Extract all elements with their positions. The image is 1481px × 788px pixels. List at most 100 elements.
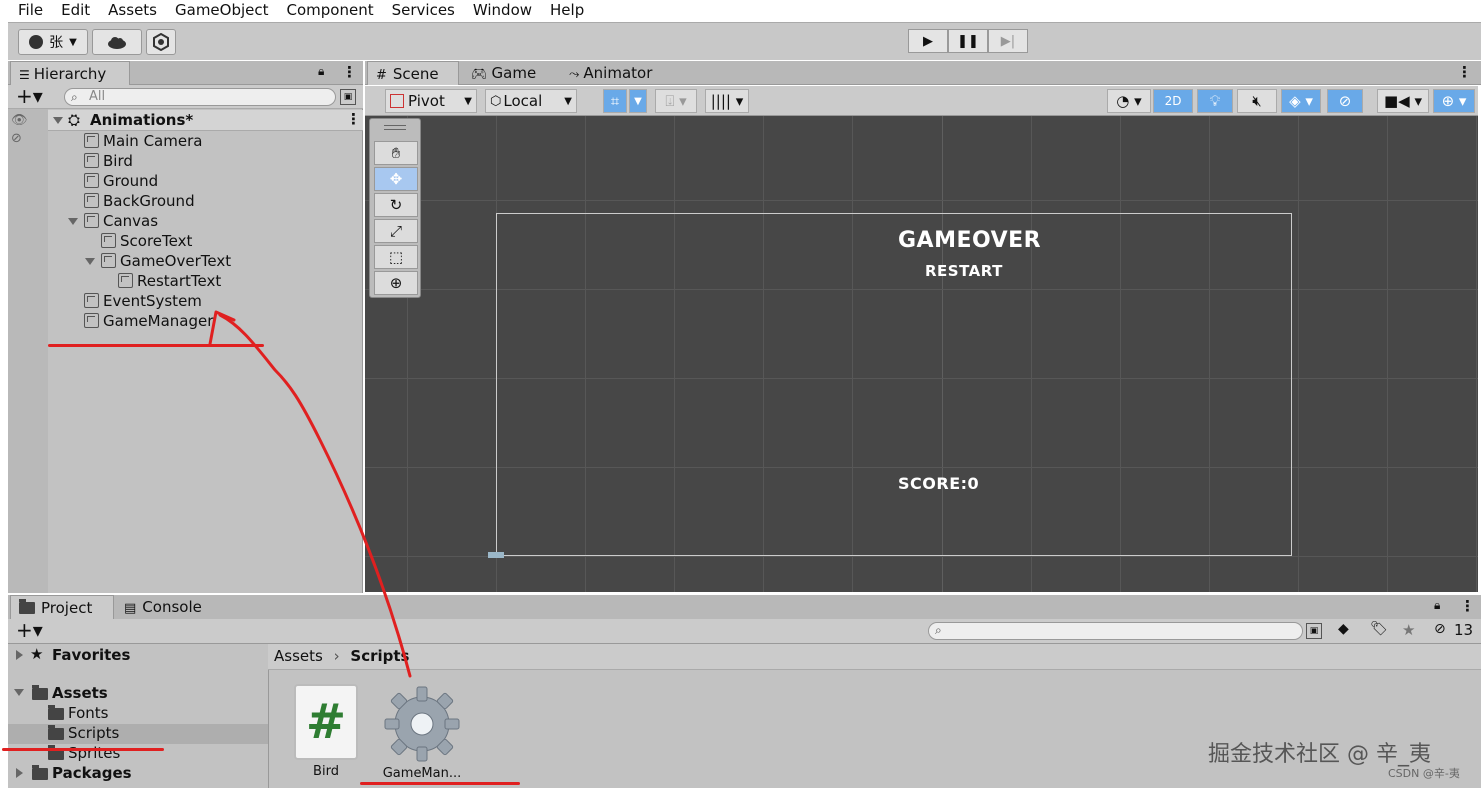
gameover-text[interactable]: GAMEOVER xyxy=(898,228,1041,253)
audio-bars-icon: |||| ▾ xyxy=(710,92,744,110)
hierarchy-item[interactable]: ScoreText xyxy=(101,231,192,251)
camera-dropdown[interactable]: ■◀ ▾ xyxy=(1377,89,1429,113)
tab-scene[interactable]: # Scene xyxy=(367,61,459,85)
menu-component[interactable]: Component xyxy=(278,0,383,20)
project-search-input[interactable]: ⌕ xyxy=(928,622,1303,640)
tab-project[interactable]: Project xyxy=(10,595,114,619)
hand-tool-button[interactable]: ✋︎ xyxy=(374,141,418,165)
menu-file[interactable]: File xyxy=(0,0,52,20)
tree-scripts[interactable]: Scripts xyxy=(68,724,119,742)
expand-arrow-icon[interactable] xyxy=(53,117,63,124)
rotate-tool-button[interactable]: ↻ xyxy=(374,193,418,217)
hierarchy-item[interactable]: EventSystem xyxy=(84,291,202,311)
hierarchy-item[interactable]: GameManager xyxy=(84,311,213,331)
visibility-toggle[interactable]: ⊘ xyxy=(1327,89,1363,113)
canvas-bounds[interactable] xyxy=(496,213,1292,556)
toggle-2d-button[interactable]: 2D xyxy=(1153,89,1193,113)
play-button[interactable]: ▶ xyxy=(908,29,948,53)
menu-gameobject[interactable]: GameObject xyxy=(166,0,278,20)
gameobject-cube-icon xyxy=(84,213,99,228)
scene-more-icon[interactable]: ⋮ xyxy=(346,110,361,128)
gizmos-dropdown[interactable]: ⊕ ▾ xyxy=(1433,89,1475,113)
shading-dropdown[interactable]: ◔ ▾ xyxy=(1107,89,1151,113)
expand-arrow-icon[interactable] xyxy=(68,218,78,225)
rect-tool-button[interactable]: ⬚ xyxy=(374,245,418,269)
scene-header-row[interactable]: ⛭ Animations* ⋮ xyxy=(48,110,363,131)
grid-snap-button[interactable]: ⌗ xyxy=(603,89,627,113)
tab-hierarchy[interactable]: ☰ Hierarchy xyxy=(10,61,130,85)
hierarchy-item[interactable]: Canvas xyxy=(68,211,158,231)
pause-button[interactable]: ❚❚ xyxy=(948,29,988,53)
asset-bird-script[interactable]: # Bird xyxy=(290,684,362,784)
expand-arrow-icon[interactable] xyxy=(16,650,23,660)
scale-tool-button[interactable]: ⤢ xyxy=(374,219,418,243)
folder-icon xyxy=(19,599,35,614)
hierarchy-item-label: EventSystem xyxy=(103,292,202,310)
menu-help[interactable]: Help xyxy=(541,0,593,20)
lighting-toggle[interactable]: 💡︎ xyxy=(1197,89,1233,113)
add-button[interactable]: +▾ xyxy=(16,85,43,107)
menu-services[interactable]: Services xyxy=(383,0,464,20)
pivot-dropdown[interactable]: Pivot ▼ xyxy=(385,89,477,113)
hierarchy-item[interactable]: Ground xyxy=(84,171,158,191)
search-filter-icon[interactable]: ▣ xyxy=(1306,623,1322,639)
search-input[interactable]: ⌕ All xyxy=(64,88,336,106)
tree-scripts-row[interactable] xyxy=(8,724,268,744)
tree-favorites[interactable]: Favorites xyxy=(52,646,130,664)
score-text[interactable]: SCORE:0 xyxy=(898,474,979,493)
account-icon xyxy=(29,35,44,49)
menu-edit[interactable]: Edit xyxy=(52,0,99,20)
tree-packages[interactable]: Packages xyxy=(52,764,132,782)
expand-arrow-icon[interactable] xyxy=(14,689,24,696)
origin-marker xyxy=(488,552,504,558)
drag-handle[interactable] xyxy=(384,125,406,130)
more-menu-icon[interactable]: ⋮ xyxy=(342,63,357,81)
project-folder-tree: ★ Favorites Assets Fonts Scripts Sprites… xyxy=(8,644,268,788)
tree-fonts[interactable]: Fonts xyxy=(68,704,108,722)
search-filter-icon[interactable]: ▣ xyxy=(340,89,356,105)
collab-button[interactable] xyxy=(146,29,176,55)
audio-toggle[interactable]: 🔇︎ xyxy=(1237,89,1277,113)
tab-game[interactable]: 🎮︎ Game xyxy=(463,61,553,85)
asset-gamemanager[interactable]: GameMan... xyxy=(380,684,464,784)
transform-tool-button[interactable]: ⊕ xyxy=(374,271,418,295)
lock-icon[interactable]: 🔒︎ xyxy=(1434,598,1440,613)
star-icon[interactable]: ★ xyxy=(1402,621,1415,639)
scene-viewport[interactable]: GAMEOVER RESTART SCORE:0 xyxy=(365,116,1478,592)
tab-animator[interactable]: ⤳ Animator xyxy=(561,61,671,85)
render-mode-button[interactable]: |||| ▾ xyxy=(705,89,749,113)
grid-snap-dropdown[interactable]: ▼ xyxy=(629,89,647,113)
menu-assets[interactable]: Assets xyxy=(99,0,166,20)
move-tool-button[interactable]: ✥ xyxy=(374,167,418,191)
tab-console[interactable]: ▤ Console xyxy=(116,595,226,619)
hierarchy-item[interactable]: BackGround xyxy=(84,191,195,211)
account-dropdown[interactable]: 张 ▼ xyxy=(18,29,88,55)
expand-arrow-icon[interactable] xyxy=(85,258,95,265)
hidden-packages-icon[interactable]: ⊘ xyxy=(1434,621,1446,637)
scene-more-menu-icon[interactable]: ⋮ xyxy=(1457,63,1472,81)
local-dropdown[interactable]: ⬡ Local ▼ xyxy=(485,89,577,113)
restart-text[interactable]: RESTART xyxy=(925,262,1003,280)
add-button[interactable]: +▾ xyxy=(16,619,43,641)
step-button[interactable]: ▶| xyxy=(988,29,1028,53)
menu-window[interactable]: Window xyxy=(464,0,541,20)
expand-arrow-icon[interactable] xyxy=(16,768,23,778)
breadcrumb-root[interactable]: Assets xyxy=(274,647,323,665)
effects-dropdown[interactable]: ◈ ▾ xyxy=(1281,89,1321,113)
gameobject-cube-icon xyxy=(118,273,133,288)
hierarchy-item[interactable]: Bird xyxy=(84,151,133,171)
hierarchy-item[interactable]: Main Camera xyxy=(84,131,202,151)
more-menu-icon[interactable]: ⋮ xyxy=(1460,597,1475,615)
label-icon[interactable]: 🏷︎ xyxy=(1370,621,1388,637)
increment-snap-button[interactable]: ⍗ ▾ xyxy=(655,89,697,113)
tree-assets[interactable]: Assets xyxy=(52,684,108,702)
hierarchy-item[interactable]: RestartText xyxy=(118,271,221,291)
breadcrumb-current[interactable]: Scripts xyxy=(350,647,409,665)
tree-sprites[interactable]: Sprites xyxy=(68,744,120,762)
pick-icon[interactable]: ⊘ xyxy=(11,131,22,146)
hierarchy-item[interactable]: GameOverText xyxy=(85,251,231,271)
filter-by-type-icon[interactable]: ◆ xyxy=(1338,621,1349,637)
lock-icon[interactable]: 🔒︎ xyxy=(318,64,324,79)
cloud-button[interactable] xyxy=(92,29,142,55)
eye-icon[interactable]: 👁︎ xyxy=(11,113,28,128)
